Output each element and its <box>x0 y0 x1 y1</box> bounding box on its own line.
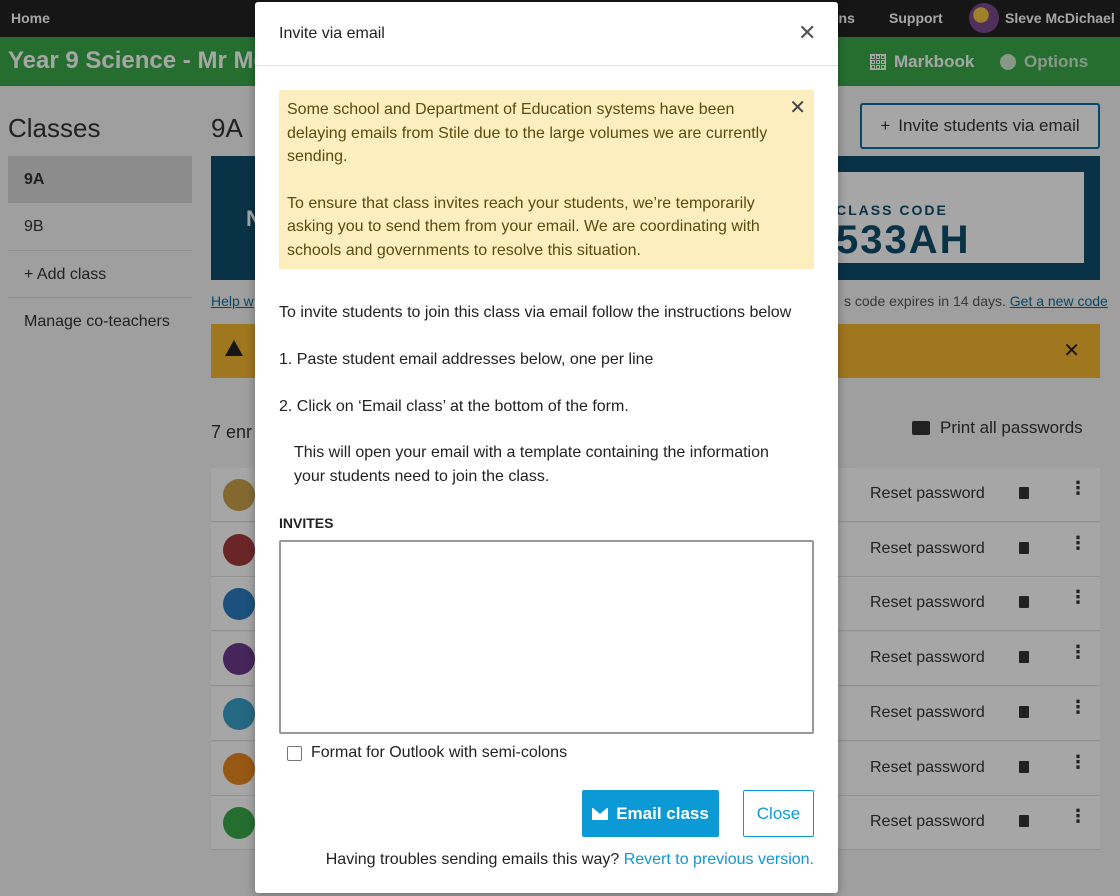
instruction-step-1: 1. Paste student email addresses below, … <box>279 351 654 368</box>
instruction-step-2: 2. Click on ‘Email class’ at the bottom … <box>279 398 629 415</box>
instructions-intro: To invite students to join this class vi… <box>279 304 792 321</box>
envelope-icon <box>592 807 609 820</box>
delay-notice: Some school and Department of Education … <box>279 90 814 269</box>
outlook-checkbox-label: Format for Outlook with semi-colons <box>311 744 568 761</box>
close-button[interactable]: Close <box>743 790 814 837</box>
close-icon[interactable]: ✕ <box>798 22 816 44</box>
instruction-step-2-detail: This will open your email with a templat… <box>294 444 769 485</box>
email-class-button[interactable]: Email class <box>582 790 719 837</box>
outlook-checkbox[interactable] <box>287 745 302 761</box>
email-class-label: Email class <box>616 803 709 823</box>
invite-email-modal: Invite via email ✕ Some school and Depar… <box>255 2 838 893</box>
notice-paragraph-2: To ensure that class invites reach your … <box>287 194 760 259</box>
notice-close-icon[interactable]: ✕ <box>789 98 806 118</box>
modal-title: Invite via email <box>279 25 385 42</box>
invites-textarea[interactable] <box>279 540 814 734</box>
footer-question: Having troubles sending emails this way? <box>325 851 620 868</box>
modal-footer: Having troubles sending emails this way?… <box>326 851 814 869</box>
revert-link[interactable]: Revert to previous version. <box>624 851 814 868</box>
invites-label: INVITES <box>279 515 334 531</box>
notice-paragraph-1: Some school and Department of Education … <box>287 101 768 165</box>
outlook-format-option[interactable]: Format for Outlook with semi-colons <box>287 744 567 762</box>
modal-header: Invite via email ✕ <box>255 2 838 66</box>
